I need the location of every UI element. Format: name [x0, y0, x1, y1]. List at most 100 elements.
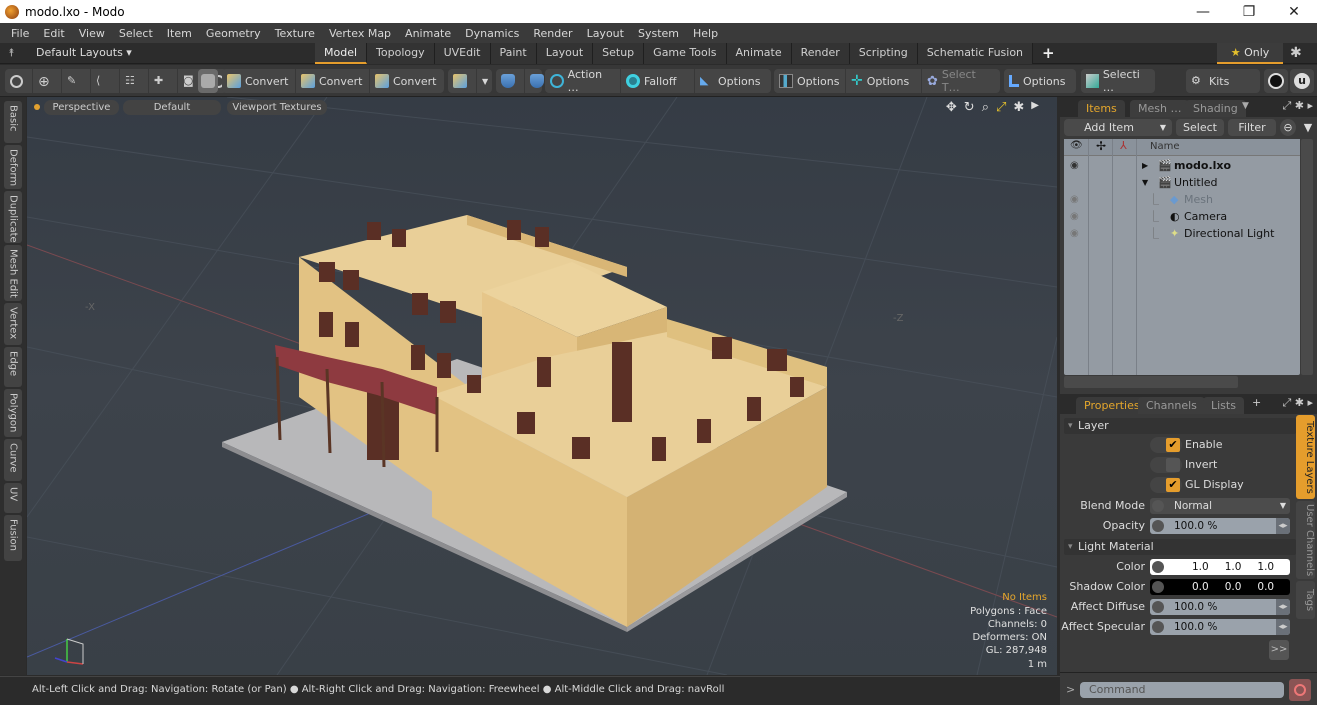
tab-items[interactable]: Items	[1078, 100, 1125, 117]
menu-texture[interactable]: Texture	[268, 27, 322, 40]
tab-shading[interactable]: Shading	[1185, 100, 1246, 117]
opacity-field[interactable]: 100.0 % ◂▸	[1150, 518, 1290, 534]
name-column-header[interactable]: Name	[1150, 141, 1180, 152]
item-row[interactable]: ◉ ▶ 🎬 modo.lxo	[1064, 157, 1300, 174]
menu-system[interactable]: System	[631, 27, 686, 40]
tab-channels[interactable]: Channels	[1138, 397, 1205, 414]
tab-model[interactable]: Model	[315, 43, 368, 64]
affect-specular-field[interactable]: 100.0 % ◂▸	[1150, 619, 1290, 635]
add-layout-tab-button[interactable]: +	[1033, 43, 1064, 64]
affect-diffuse-field[interactable]: 100.0 % ◂▸	[1150, 599, 1290, 615]
convert-button-3[interactable]: Convert	[370, 69, 444, 93]
menu-edit[interactable]: Edit	[36, 27, 71, 40]
tab-mesh-edit[interactable]: Mesh Edit	[4, 245, 22, 301]
tab-paint[interactable]: Paint	[490, 43, 537, 64]
menu-select[interactable]: Select	[112, 27, 160, 40]
items-mode-button[interactable]: ☷	[120, 69, 149, 93]
selection-sets-inner[interactable]: Selecti …	[1081, 68, 1155, 94]
falloff-options-button[interactable]: ◣ Options	[695, 69, 771, 93]
only-toggle[interactable]: ★ Only	[1217, 43, 1283, 64]
shadow-color-field[interactable]: 0.0 0.0 0.0	[1150, 579, 1290, 595]
light-material-section-header[interactable]: Light Material	[1064, 539, 1296, 555]
primitive-button[interactable]	[448, 69, 477, 93]
blend-mode-select[interactable]: Normal ▼	[1150, 498, 1290, 514]
tab-mesh[interactable]: Mesh …	[1130, 100, 1190, 117]
animate-dot[interactable]	[1152, 561, 1164, 573]
pin-icon[interactable]: ⯭	[8, 46, 15, 60]
lasso-mode-button[interactable]: ⟨	[91, 69, 120, 93]
tab-scripting[interactable]: Scripting	[849, 43, 918, 64]
tab-curve[interactable]: Curve	[4, 439, 22, 481]
layer-section-header[interactable]: Layer	[1064, 418, 1296, 434]
uv-mode-button[interactable]: ✚	[149, 69, 178, 93]
expand-arrow-icon[interactable]: ▶	[1142, 157, 1148, 174]
items-vertical-scrollbar[interactable]	[1301, 139, 1313, 375]
tab-game-tools[interactable]: Game Tools	[644, 43, 727, 64]
tab-duplicate[interactable]: Duplicate	[4, 191, 22, 243]
convert-button-2[interactable]: Convert	[296, 69, 370, 93]
tab-vertex[interactable]: Vertex	[4, 303, 22, 345]
add-item-dropdown-icon[interactable]: ▼	[1154, 119, 1172, 136]
eye-icon[interactable]: ◉	[1070, 225, 1079, 242]
slider-arrows-icon[interactable]: ◂▸	[1276, 599, 1290, 615]
menu-file[interactable]: File	[4, 27, 36, 40]
tab-animate[interactable]: Animate	[726, 43, 792, 64]
selection-sets-button[interactable]: Selecti …	[1081, 68, 1155, 94]
animate-dot[interactable]	[1152, 581, 1164, 593]
unreal-button[interactable]: u	[1290, 69, 1314, 93]
funnel-icon[interactable]: ▼	[1300, 119, 1316, 136]
more-properties-button[interactable]: >>	[1269, 640, 1289, 660]
viewport-textures-button[interactable]: Viewport Textures	[227, 100, 327, 115]
shadow-g[interactable]: 0.0	[1225, 581, 1242, 593]
menu-layout[interactable]: Layout	[580, 27, 631, 40]
edges-mode-button[interactable]: ⊕	[33, 69, 62, 93]
expand-arrow-icon[interactable]: ▶	[1031, 100, 1039, 115]
shadow-r[interactable]: 0.0	[1192, 581, 1209, 593]
menu-view[interactable]: View	[72, 27, 112, 40]
menu-item[interactable]: Item	[160, 27, 199, 40]
select-button[interactable]: Select	[1176, 119, 1224, 136]
menu-render[interactable]: Render	[526, 27, 579, 40]
tab-properties[interactable]: Properties	[1076, 397, 1148, 414]
animate-dot[interactable]	[1152, 621, 1164, 633]
animate-dot[interactable]	[1152, 500, 1164, 512]
menu-animate[interactable]: Animate	[398, 27, 458, 40]
mesh-shape-button[interactable]	[198, 69, 218, 93]
tab-lists[interactable]: Lists	[1203, 397, 1244, 414]
viewport-options-dot[interactable]	[34, 104, 40, 110]
kits-inner[interactable]: ⚙ Kits	[1186, 69, 1234, 93]
tab-layout[interactable]: Layout	[536, 43, 594, 64]
gear-icon[interactable]: ✱	[1290, 45, 1302, 61]
item-row[interactable]: ◉ ⎿ ✦ Directional Light	[1064, 225, 1300, 242]
tab-texture-layers[interactable]: Texture Layers	[1296, 415, 1315, 499]
tab-deform[interactable]: Deform	[4, 145, 22, 189]
options-button-2[interactable]: Options	[774, 69, 846, 93]
animate-dot[interactable]	[1152, 601, 1164, 613]
tab-user-channels[interactable]: User Channels	[1296, 501, 1315, 579]
animate-dot[interactable]	[1152, 520, 1164, 532]
eye-icon[interactable]: ◉	[1070, 157, 1079, 174]
action-center-button[interactable]: Action …	[545, 68, 621, 94]
shadow-b[interactable]: 0.0	[1257, 581, 1274, 593]
record-macro-button[interactable]	[1289, 679, 1311, 701]
close-button[interactable]: ✕	[1271, 0, 1317, 23]
menu-vertex-map[interactable]: Vertex Map	[322, 27, 398, 40]
items-horizontal-scrollbar[interactable]	[1064, 376, 1238, 388]
kits-button[interactable]: ⚙ Kits	[1186, 69, 1260, 93]
options-button-4[interactable]: Options	[1004, 69, 1076, 93]
3d-viewport[interactable]: -X -Z Perspective Default Viewport Textu…	[27, 97, 1057, 675]
primitive-dropdown[interactable]: ▼	[477, 69, 493, 93]
tab-render[interactable]: Render	[791, 43, 850, 64]
gl-display-checkbox[interactable]: ✔	[1150, 477, 1182, 493]
filter-button[interactable]: Filter	[1228, 119, 1276, 136]
convert-button-1[interactable]: Convert	[222, 69, 296, 93]
vertices-mode-button[interactable]	[5, 69, 33, 93]
color-b[interactable]: 1.0	[1257, 561, 1274, 573]
tab-uv[interactable]: UV	[4, 483, 22, 513]
view-type-button[interactable]: Perspective	[44, 100, 119, 115]
add-item-button[interactable]: Add Item ▼	[1064, 119, 1172, 136]
collapse-icon[interactable]: ⊖	[1280, 119, 1296, 136]
panel-controls[interactable]: ⤢ ✱ ▸	[1282, 99, 1313, 113]
tab-topology[interactable]: Topology	[367, 43, 435, 64]
panel-controls[interactable]: ⤢ ✱ ▸	[1282, 396, 1313, 410]
